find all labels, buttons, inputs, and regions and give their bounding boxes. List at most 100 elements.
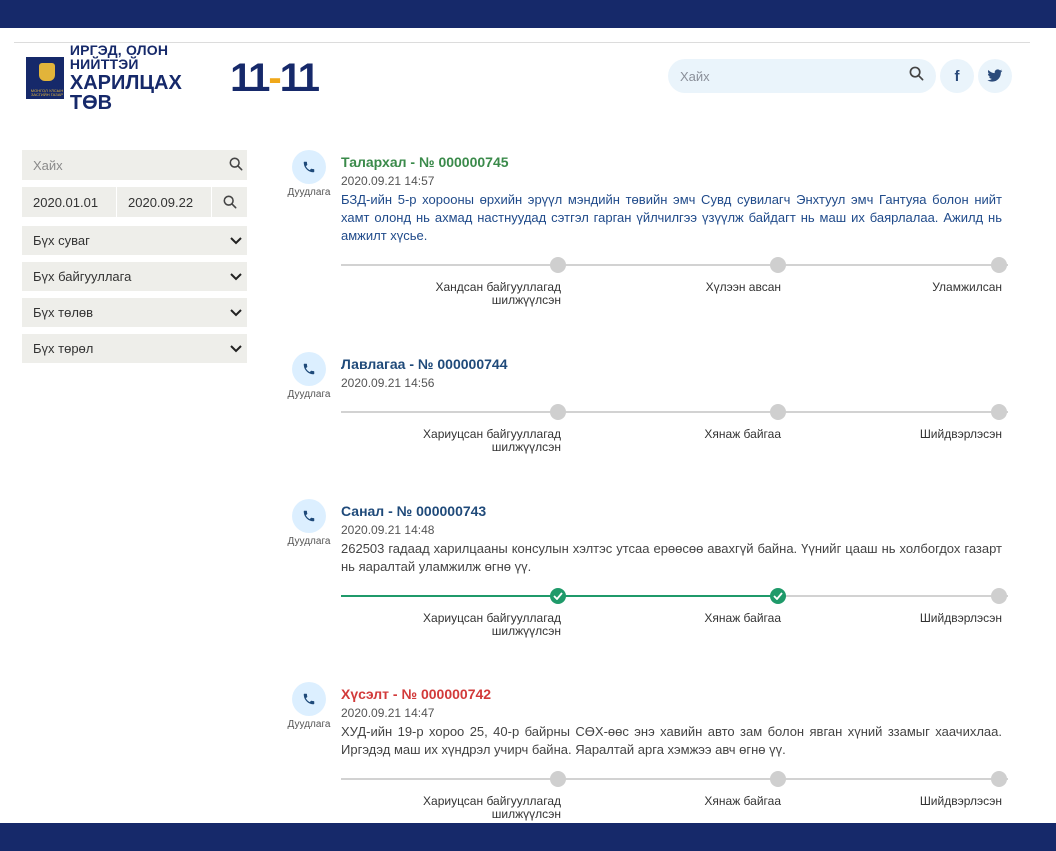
emblem-icon: МОНГОЛ УЛСЫН ЗАСГИЙН ГАЗАР	[26, 57, 64, 99]
logo-number: 11-11	[230, 56, 320, 100]
status-step-label: Уламжилсан	[932, 280, 1002, 294]
emblem-text: МОНГОЛ УЛСЫН ЗАСГИЙН ГАЗАР	[30, 88, 64, 97]
status-step-node	[991, 257, 1007, 273]
top-bar	[0, 0, 1056, 28]
filter-status-label: Бүх төлөв	[33, 305, 94, 320]
check-icon	[773, 592, 783, 600]
filter-channel-select[interactable]: Бүх суваг	[22, 226, 247, 255]
channel-label: Дуудлага	[287, 536, 331, 547]
status-labels: Хариуцсан байгууллагад шилжүүлсэн Хянаж …	[341, 428, 1008, 458]
list-item: Дуудлага Лавлагаа - № 000000744 2020.09.…	[285, 352, 1010, 462]
status-labels: Хариуцсан байгууллагад шилжүүлсэн Хянаж …	[341, 795, 1008, 823]
facebook-button[interactable]: f	[940, 59, 974, 93]
status-step-node-done	[770, 588, 786, 604]
item-description: БЗД-ийн 5-р хорооны өрхийн эрүүл мэндийн…	[341, 192, 1002, 243]
channel-block: Дуудлага	[285, 682, 333, 730]
search-icon[interactable]	[909, 66, 924, 86]
logo-number-b: 11	[279, 56, 320, 100]
status-step-label: Шийдвэрлэсэн	[919, 427, 1002, 441]
status-step-node	[550, 771, 566, 787]
search-icon	[223, 195, 236, 209]
list-item: Дуудлага Хүсэлт - № 000000742 2020.09.21…	[285, 682, 1010, 823]
channel-label: Дуудлага	[287, 719, 331, 730]
item-date: 2020.09.21 14:47	[341, 706, 435, 720]
facebook-icon: f	[954, 67, 960, 85]
track-line	[341, 778, 1008, 780]
header-search-input[interactable]	[680, 68, 909, 84]
list-item: Дуудлага Санал - № 000000743 2020.09.21 …	[285, 499, 1010, 644]
logo-text: ИРГЭД, ОЛОН НИЙТТЭЙ ХАРИЛЦАХ ТӨВ	[70, 43, 224, 113]
item-date: 2020.09.21 14:57	[341, 174, 435, 188]
status-step-label: Хариуцсан байгууллагад шилжүүлсэн	[423, 794, 561, 821]
item-title[interactable]: Талархал - № 000000745	[341, 154, 509, 170]
status-step-node	[991, 588, 1007, 604]
search-icon[interactable]	[225, 157, 247, 174]
filter-organization-label: Бүх байгууллага	[33, 269, 132, 284]
phone-icon	[292, 682, 326, 716]
status-step-node	[770, 771, 786, 787]
status-step-label: Хянаж байгаа	[704, 794, 781, 808]
phone-icon	[292, 352, 326, 386]
item-description: ХУД-ийн 19-р хороо 25, 40-р байрны СӨХ-ө…	[341, 724, 1002, 757]
date-search-button[interactable]	[212, 187, 247, 217]
phone-icon	[292, 499, 326, 533]
status-step-label: Хүлээн авсан	[705, 280, 781, 294]
date-range: 2020.01.01 2020.09.22	[22, 187, 247, 217]
status-step-label: Шийдвэрлэсэн	[919, 611, 1002, 625]
filter-organization-select[interactable]: Бүх байгууллага	[22, 262, 247, 291]
filter-status-select[interactable]: Бүх төлөв	[22, 298, 247, 327]
sidebar-search-input[interactable]: Хайх	[22, 158, 225, 173]
filter-type-label: Бүх төрөл	[33, 341, 94, 356]
status-track	[341, 769, 1008, 789]
logo-number-dash: -	[268, 56, 281, 100]
item-date: 2020.09.21 14:56	[341, 376, 435, 390]
channel-label: Дуудлага	[287, 187, 331, 198]
date-from-input[interactable]: 2020.01.01	[22, 187, 117, 217]
status-step-label: Хянаж байгаа	[704, 611, 781, 625]
header-search	[668, 59, 936, 93]
status-step-node	[550, 404, 566, 420]
status-labels: Хариуцсан байгууллагад шилжүүлсэн Хянаж …	[341, 612, 1008, 642]
item-title[interactable]: Лавлагаа - № 000000744	[341, 356, 507, 372]
item-title[interactable]: Хүсэлт - № 000000742	[341, 686, 491, 702]
logo-number-a: 11	[230, 56, 270, 100]
track-line	[341, 411, 1008, 413]
bottom-bar	[0, 823, 1056, 851]
item-description: 262503 гадаад харилцааны консулын хэлтэс…	[341, 541, 1002, 574]
channel-block: Дуудлага	[285, 352, 333, 400]
channel-block: Дуудлага	[285, 499, 333, 547]
filter-type-select[interactable]: Бүх төрөл	[22, 334, 247, 363]
status-step-label: Хариуцсан байгууллагад шилжүүлсэн	[423, 427, 561, 454]
twitter-icon	[987, 69, 1003, 82]
status-track	[341, 402, 1008, 422]
status-step-node	[991, 771, 1007, 787]
phone-icon	[292, 150, 326, 184]
filter-channel-label: Бүх суваг	[33, 233, 90, 248]
list-item: Дуудлага Талархал - № 000000745 2020.09.…	[285, 150, 1010, 315]
date-to-input[interactable]: 2020.09.22	[117, 187, 212, 217]
status-step-node	[991, 404, 1007, 420]
status-step-label: Хандсан байгууллагад шилжүүлсэн	[435, 280, 562, 307]
status-track	[341, 255, 1008, 275]
status-step-node	[550, 257, 566, 273]
status-step-node-done	[550, 588, 566, 604]
status-track	[341, 586, 1008, 606]
sidebar-search[interactable]: Хайх	[22, 150, 247, 180]
item-date: 2020.09.21 14:48	[341, 523, 435, 537]
logo-line2: ХАРИЛЦАХ ТӨВ	[69, 72, 182, 114]
item-title[interactable]: Санал - № 000000743	[341, 503, 486, 519]
status-step-node	[770, 257, 786, 273]
logo-line1: ИРГЭД, ОЛОН НИЙТТЭЙ	[69, 42, 169, 72]
status-step-label: Хянаж байгаа	[704, 427, 781, 441]
channel-block: Дуудлага	[285, 150, 333, 198]
status-step-label: Шийдвэрлэсэн	[919, 794, 1002, 808]
check-icon	[553, 592, 563, 600]
chevron-down-icon	[225, 341, 247, 356]
site-logo[interactable]: МОНГОЛ УЛСЫН ЗАСГИЙН ГАЗАР ИРГЭД, ОЛОН Н…	[26, 43, 320, 113]
track-line	[341, 264, 1008, 266]
chevron-down-icon	[225, 233, 247, 248]
status-labels: Хандсан байгууллагад шилжүүлсэн Хүлээн а…	[341, 281, 1008, 311]
status-step-node	[770, 404, 786, 420]
channel-label: Дуудлага	[287, 389, 331, 400]
twitter-button[interactable]	[978, 59, 1012, 93]
